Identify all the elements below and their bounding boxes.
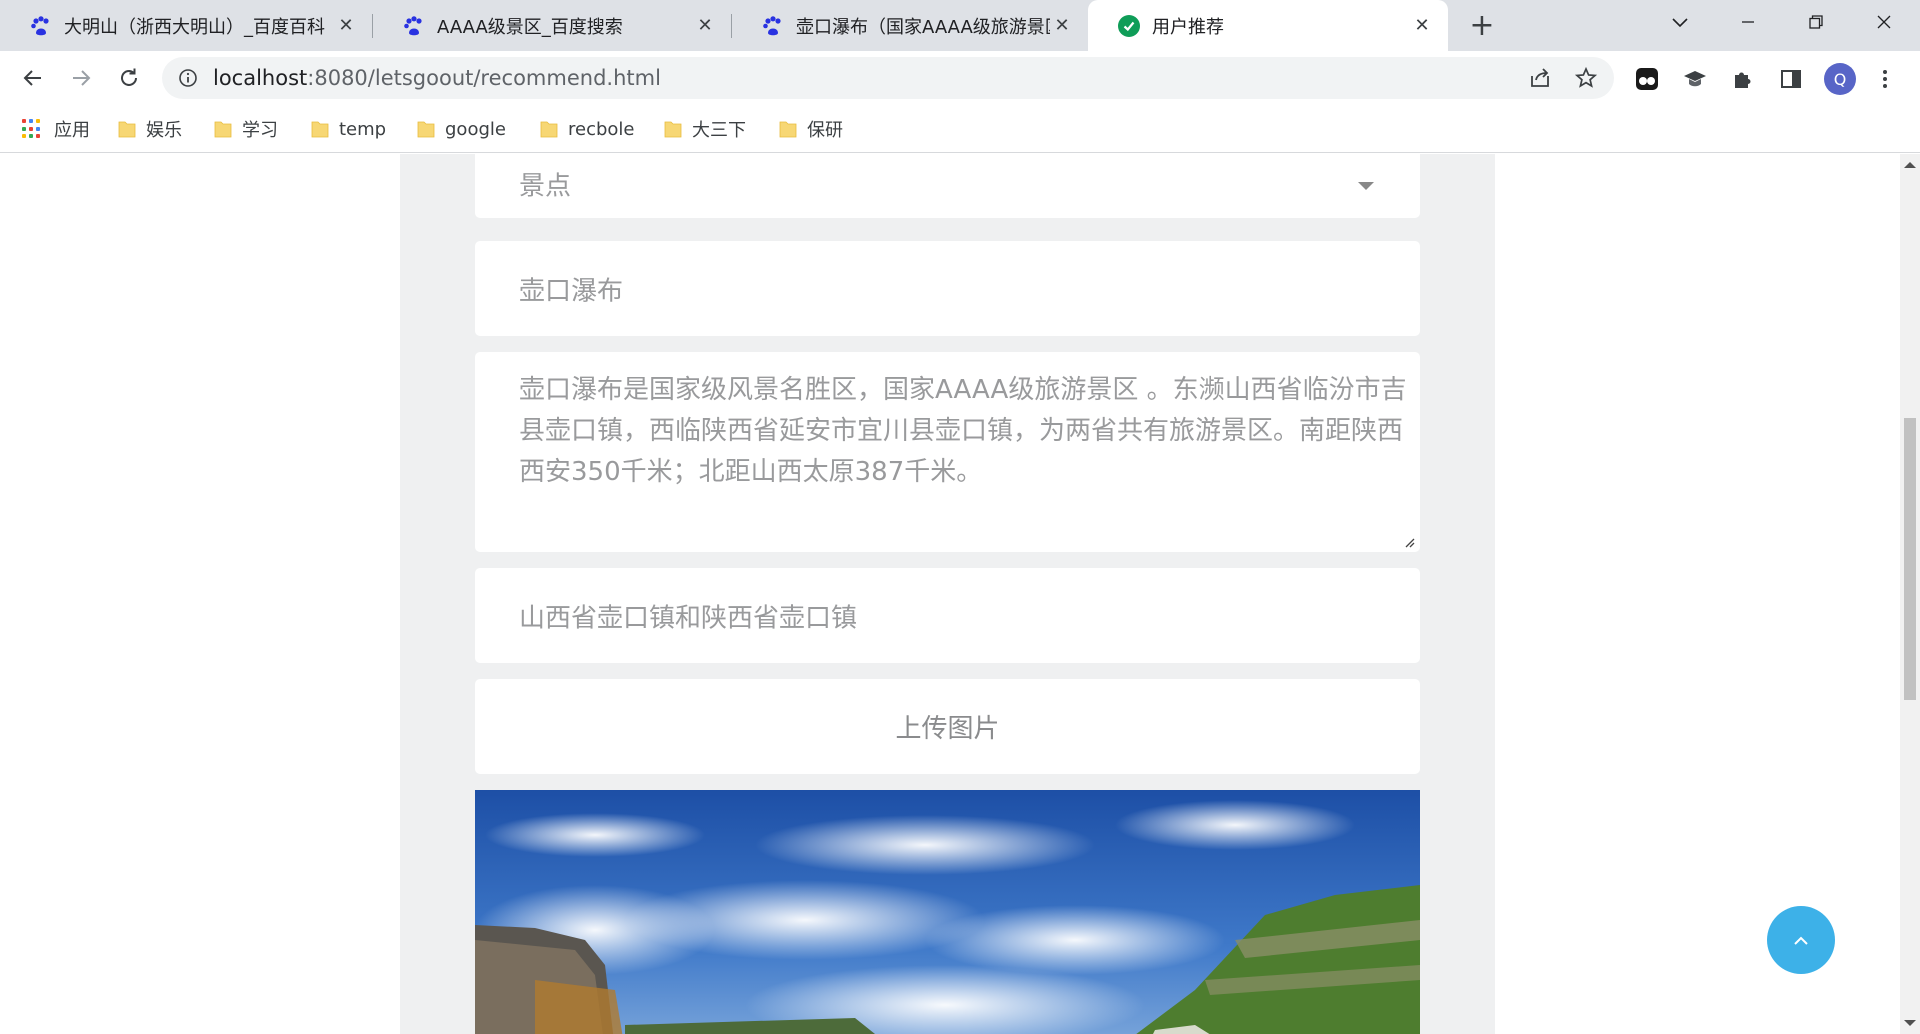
close-icon [1877,15,1891,29]
tab-title: AAAA级景区_百度搜索 [437,16,623,38]
close-icon[interactable]: ✕ [1410,14,1434,38]
bookmark-label: google [445,118,506,140]
bookmark-label: 学习 [242,120,278,141]
page-viewport: 景点 壶口瀑布 壶口瀑布是国家级风景名胜区，国家AAAA级旅游景区 。东濒山西省… [0,154,1900,1034]
green-check-icon [1118,14,1140,37]
apps-grid-icon [22,119,42,139]
tab-title: 用户推荐 [1152,16,1224,38]
star-icon[interactable] [1574,66,1598,90]
baidu-paw-icon [763,15,781,35]
folder-icon [417,121,435,138]
folder-icon [540,121,558,138]
reload-button[interactable] [112,61,146,95]
bookmark-folder-google[interactable]: google [417,105,506,153]
tab-aaaa-search[interactable]: AAAA级景区_百度搜索 ✕ [373,0,731,51]
caret-down-icon [1358,182,1374,190]
graduation-cap-extension-icon[interactable] [1682,66,1708,92]
arrow-left-icon [23,70,41,86]
minimize-icon [1742,21,1754,23]
resize-handle-icon[interactable] [1403,536,1415,548]
browser-toolbar: localhost:8080/letsgoout/recommend.html [0,51,1920,105]
forward-button[interactable] [64,61,98,95]
category-select[interactable]: 景点 [475,154,1420,218]
folder-icon [214,121,232,138]
puzzle-extensions-icon[interactable] [1730,66,1756,92]
url-host: localhost [213,66,308,90]
url-path: :8080/letsgoout/recommend.html [307,66,661,90]
more-menu-icon[interactable] [1872,66,1898,92]
scroll-down-arrow-icon[interactable] [1904,1020,1916,1026]
tab-title: 大明山（浙西大明山）_百度百科 [64,16,325,38]
spot-name-value: 壶口瀑布 [519,276,624,306]
reload-icon [121,68,137,86]
restore-button[interactable] [1788,0,1844,44]
bookmark-folder-xuexi[interactable]: 学习 [214,105,278,153]
folder-icon [664,121,682,138]
scroll-up-arrow-icon[interactable] [1904,162,1916,168]
close-icon[interactable]: ✕ [334,14,358,38]
new-tab-button[interactable]: + [1466,8,1498,43]
bookmark-label: 保研 [807,120,843,141]
category-select-value: 景点 [519,171,572,202]
description-value: 壶口瀑布是国家级风景名胜区，国家AAAA级旅游景区 。东濒山西省临汾市吉县壶口镇… [519,375,1407,487]
side-panel-icon[interactable] [1778,66,1804,92]
tab-strip: 大明山（浙西大明山）_百度百科 ✕ AAAA级景区_百度搜索 ✕ 壶口瀑布（国家… [0,0,1920,51]
recommend-form-panel: 景点 壶口瀑布 壶口瀑布是国家级风景名胜区，国家AAAA级旅游景区 。东濒山西省… [400,154,1495,1034]
page-scrollbar[interactable] [1900,154,1920,1034]
address-bar[interactable]: localhost:8080/letsgoout/recommend.html [162,57,1614,99]
spot-name-input[interactable]: 壶口瀑布 [475,241,1420,336]
chevron-up-icon [1794,936,1808,945]
bookmark-folder-temp[interactable]: temp [311,105,386,153]
share-icon[interactable] [1528,66,1552,90]
baidu-paw-icon [404,15,422,35]
upload-image-button[interactable]: 上传图片 [475,679,1420,774]
bookmark-folder-recbole[interactable]: recbole [540,105,635,153]
uploaded-landscape-image [475,790,1420,1034]
bookmark-label: 应用 [54,120,90,141]
location-input[interactable]: 山西省壶口镇和陕西省壶口镇 [475,568,1420,663]
tab-search-button[interactable] [1652,0,1708,44]
folder-icon [118,121,136,138]
bookmark-label: recbole [568,118,635,140]
tampermonkey-extension-icon[interactable] [1634,66,1660,92]
url-text: localhost:8080/letsgoout/recommend.html [213,57,661,99]
info-icon[interactable] [178,68,198,88]
bookmark-folder-yule[interactable]: 娱乐 [118,105,182,153]
tab-daming-mountain[interactable]: 大明山（浙西大明山）_百度百科 ✕ [0,0,372,51]
baidu-paw-icon [31,15,49,35]
close-icon[interactable]: ✕ [693,14,717,38]
bookmarks-bar: 应用 娱乐 学习 temp google recbole 大三下 保研 [0,105,1920,153]
description-textarea[interactable]: 壶口瀑布是国家级风景名胜区，国家AAAA级旅游景区 。东濒山西省临汾市吉县壶口镇… [475,352,1420,552]
profile-avatar[interactable]: Q [1824,63,1856,95]
folder-icon [779,121,797,138]
chevron-down-icon [1672,18,1688,28]
bookmark-label: 大三下 [692,120,746,141]
bookmark-apps[interactable]: 应用 [22,105,90,153]
arrow-right-icon [73,70,91,86]
restore-icon [1809,15,1823,29]
folder-icon [311,121,329,138]
tab-user-recommend[interactable]: 用户推荐 ✕ [1088,0,1448,51]
back-button[interactable] [16,61,50,95]
window-close-button[interactable] [1856,0,1912,44]
back-to-top-button[interactable] [1767,906,1835,974]
minimize-button[interactable] [1720,0,1776,44]
bookmark-label: temp [339,118,387,140]
bookmark-label: 娱乐 [146,120,182,141]
bookmark-folder-baoyan[interactable]: 保研 [779,105,843,153]
tab-title: 壶口瀑布（国家AAAA级旅游景区 [796,16,1050,38]
bookmark-folder-dasanxia[interactable]: 大三下 [664,105,746,153]
scrollbar-thumb[interactable] [1904,418,1916,700]
tab-hukou-waterfall[interactable]: 壶口瀑布（国家AAAA级旅游景区 ✕ [732,0,1088,51]
location-value: 山西省壶口镇和陕西省壶口镇 [519,603,858,633]
close-icon[interactable]: ✕ [1050,14,1074,38]
